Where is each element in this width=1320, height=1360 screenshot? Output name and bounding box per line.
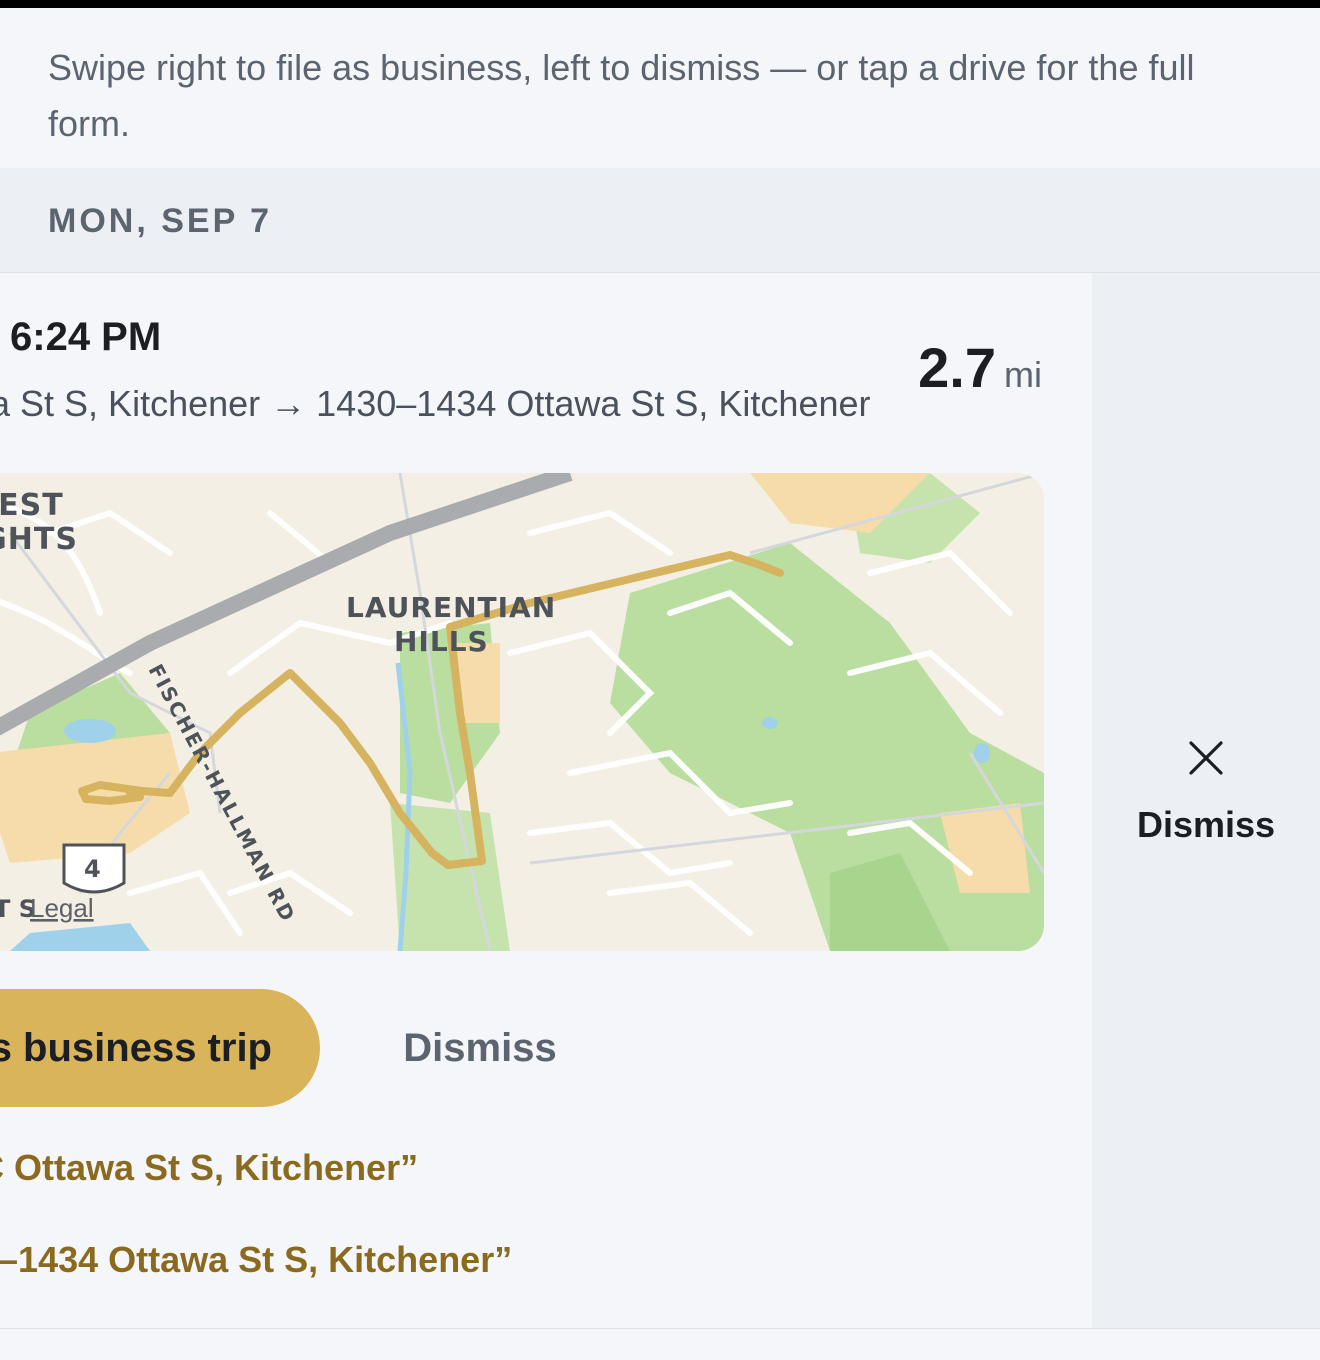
rule-link-destination[interactable]: 0–1434 Ottawa St S, Kitchener” (0, 1239, 512, 1281)
rule-link-origin[interactable]: C Ottawa St S, Kitchener” (0, 1147, 418, 1189)
swipe-dismiss-label: Dismiss (1136, 804, 1276, 845)
swipe-dismiss-action[interactable]: Dismiss (1092, 740, 1320, 846)
highway-shield-number: 4 (84, 855, 101, 883)
distance-value: 2.7 (918, 336, 996, 399)
file-business-trip-button[interactable]: s business trip (0, 989, 320, 1107)
section-date: MON, SEP 7 (48, 202, 272, 240)
status-bar-edge (0, 0, 1320, 8)
drive-distance: 2.7 mi (918, 335, 1042, 400)
route-map[interactable]: REST IGHTS LAURENTIAN HILLS FISCHER-HALL… (0, 473, 1044, 951)
drive-card[interactable]: 6:24 PM a St S, Kitchener → 1430–1434 Ot… (0, 273, 1092, 1328)
map-label-forest-heights-1: REST (0, 488, 64, 523)
swipe-hint-text: Swipe right to file as business, left to… (48, 47, 1195, 144)
close-icon (1189, 741, 1223, 775)
map-label-forest-heights-2: IGHTS (0, 522, 78, 557)
date-section-header: MON, SEP 7 (0, 168, 1320, 273)
map-label-laurentian-1: LAURENTIAN (346, 591, 556, 624)
drive-time: 6:24 PM (10, 315, 162, 359)
dismiss-button[interactable]: Dismiss (380, 989, 580, 1107)
card-divider (0, 1328, 1320, 1329)
highway-shield: 4 (62, 843, 126, 894)
drive-route: a St S, Kitchener → 1430–1434 Ottawa St … (0, 383, 871, 424)
distance-unit: mi (1004, 354, 1042, 395)
map-legal-link[interactable]: Legal (30, 893, 94, 923)
map-label-laurentian-2: HILLS (394, 625, 489, 658)
